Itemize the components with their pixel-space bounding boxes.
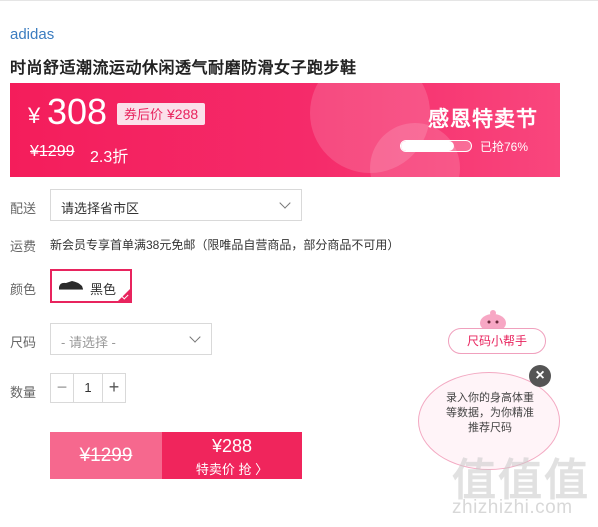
shoe-thumbnail-icon xyxy=(59,281,83,290)
shipping-label: 运费 xyxy=(10,239,37,254)
top-divider xyxy=(0,0,598,1)
discount-rate: 2.3折 xyxy=(90,149,129,166)
size-label: 尺码 xyxy=(10,335,37,350)
quantity-increase-button[interactable]: + xyxy=(102,374,125,402)
brand-link[interactable]: adidas xyxy=(10,26,54,43)
close-icon[interactable]: × xyxy=(529,365,551,387)
chevron-down-icon xyxy=(189,331,201,343)
coupon-label: 券后价 xyxy=(124,107,164,122)
quantity-label: 数量 xyxy=(10,385,37,400)
original-price-button[interactable]: ¥1299 xyxy=(50,432,162,479)
size-select[interactable]: - 请选择 - xyxy=(50,323,212,355)
buy-action-label: 特卖价 抢 〉 xyxy=(195,462,269,477)
delivery-label: 配送 xyxy=(10,201,37,216)
original-price: ¥1299 xyxy=(30,143,75,160)
size-helper-tip-text: 录入你的身高体重等数据，为你精准推荐尺码 xyxy=(446,392,534,434)
coupon-price: ¥288 xyxy=(167,106,199,122)
size-helper-button[interactable]: 尺码小帮手 xyxy=(448,328,546,354)
region-select-value: 请选择省市区 xyxy=(61,201,140,216)
sold-progress-text: 已抢76% xyxy=(480,140,529,154)
color-option-label: 黑色 xyxy=(90,282,117,297)
color-option-black[interactable]: 黑色 xyxy=(50,269,132,303)
size-select-placeholder: - 请选择 - xyxy=(61,335,116,350)
color-label: 颜色 xyxy=(10,282,37,297)
watermark-url: zhizhizhi.com xyxy=(452,497,573,518)
buy-sale-price: ¥288 xyxy=(211,436,253,456)
coupon-price-tag: 券后价 ¥288 xyxy=(117,103,206,125)
sold-progress-fill xyxy=(401,141,455,151)
current-price: 308 xyxy=(47,91,108,132)
price-currency: ¥ xyxy=(28,103,41,128)
quantity-decrease-button[interactable]: − xyxy=(51,374,74,402)
sold-progress-bar xyxy=(400,140,472,152)
quantity-value[interactable]: 1 xyxy=(74,374,102,402)
price-banner: ¥ 308 券后价 ¥288 ¥1299 2.3折 感恩特卖节 已抢76% xyxy=(10,83,560,177)
chevron-down-icon xyxy=(279,197,291,209)
promo-title: 感恩特卖节 xyxy=(428,108,538,131)
region-select[interactable]: 请选择省市区 xyxy=(50,189,302,221)
buy-now-button[interactable]: ¥288 特卖价 抢 〉 xyxy=(162,432,302,479)
shipping-info: 新会员专享首单满38元免邮（限唯品自营商品，部分商品不可用） xyxy=(50,238,400,252)
quantity-stepper: − 1 + xyxy=(50,373,126,403)
product-title: 时尚舒适潮流运动休闲透气耐磨防滑女子跑步鞋 xyxy=(10,60,357,77)
